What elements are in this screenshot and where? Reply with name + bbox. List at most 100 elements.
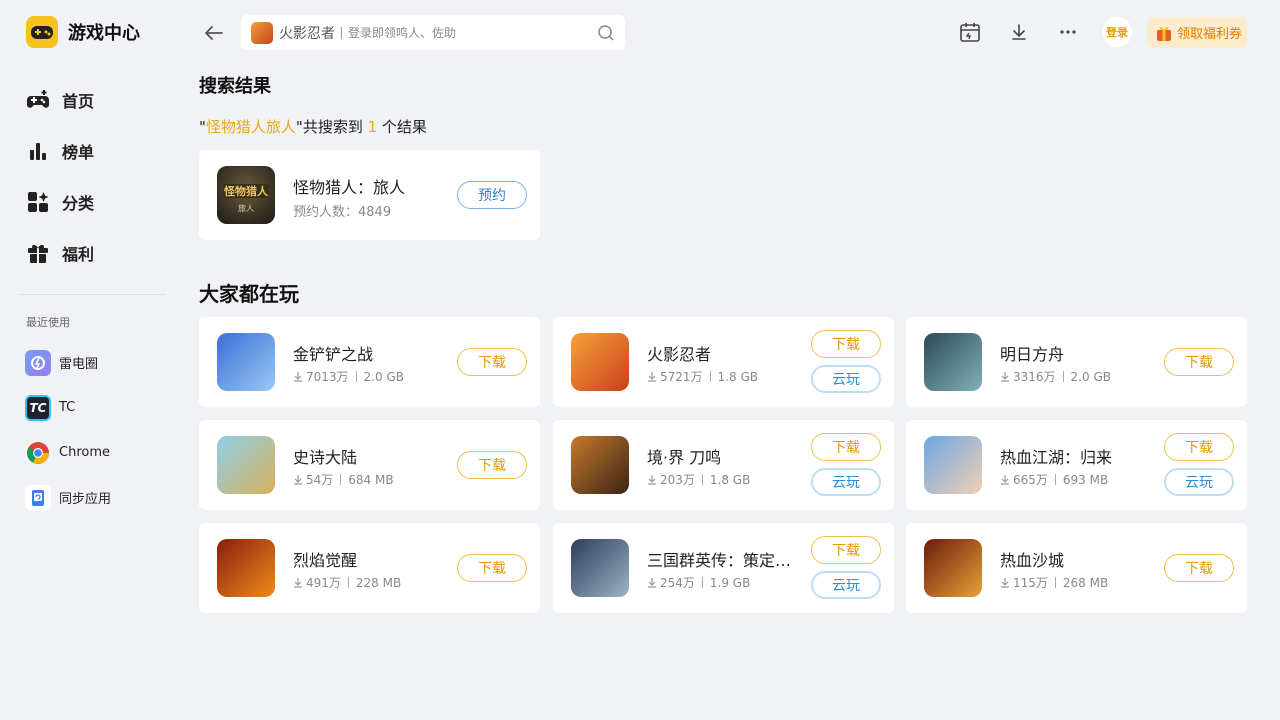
meta-separator <box>340 474 342 485</box>
top-actions <box>956 18 1103 46</box>
recent-label: 雷电圈 <box>59 357 99 372</box>
game-name: 史诗大陆 <box>293 448 358 467</box>
main-nav: 首页 榜单 分类 福利 <box>26 74 94 278</box>
game-name: 怪物猎人：旅人 <box>293 178 406 197</box>
login-button[interactable]: 登录 <box>1102 17 1132 47</box>
svg-text:旅人: 旅人 <box>238 203 254 213</box>
download-small-icon <box>648 372 656 382</box>
game-meta: 3316万 2.0 GB <box>1000 368 1111 385</box>
recent-item-chrome[interactable]: Chrome <box>25 430 111 475</box>
nav-item-home[interactable]: 首页 <box>26 74 94 125</box>
cloud-play-button[interactable]: 云玩 <box>1164 468 1234 496</box>
search-bar[interactable]: 火影忍者 登录即领鸣人、佐助 <box>241 15 625 50</box>
download-button[interactable]: 下载 <box>811 330 881 358</box>
result-count: 1 <box>367 118 378 136</box>
result-card[interactable]: 怪物猎人 旅人 怪物猎人：旅人 预约人数：4849 预约 <box>199 150 540 240</box>
download-button[interactable]: 下载 <box>1164 554 1234 582</box>
download-button[interactable]: 下载 <box>457 348 527 376</box>
back-button[interactable] <box>202 22 226 44</box>
download-count: 3316万 <box>1013 370 1056 384</box>
reserve-button[interactable]: 预约 <box>457 181 527 209</box>
game-card[interactable]: 热血沙城 115万 268 MB 下载 <box>906 523 1247 613</box>
download-small-icon <box>294 578 302 588</box>
calendar-icon[interactable] <box>956 18 984 46</box>
sidebar: 游戏中心 首页 榜单 分类 福利 最近使用 雷电圈 TC TC Chrome 同… <box>0 0 180 720</box>
cloud-play-button[interactable]: 云玩 <box>811 468 881 496</box>
game-icon <box>217 333 275 391</box>
game-meta: 54万 684 MB <box>293 471 394 488</box>
recent-item-leidian[interactable]: 雷电圈 <box>25 340 111 385</box>
brand: 游戏中心 <box>26 16 140 48</box>
recent-item-tc[interactable]: TC TC <box>25 385 111 430</box>
game-card[interactable]: 烈焰觉醒 491万 228 MB 下载 <box>199 523 540 613</box>
download-button[interactable]: 下载 <box>457 451 527 479</box>
download-small-icon <box>648 578 656 588</box>
game-name: 明日方舟 <box>1000 345 1065 364</box>
game-icon: 怪物猎人 旅人 <box>217 166 275 224</box>
result-suffix: 个结果 <box>377 118 427 136</box>
download-small-icon <box>1001 372 1009 382</box>
download-small-icon <box>1001 578 1009 588</box>
recent-label: Chrome <box>59 445 110 460</box>
nav-item-welfare[interactable]: 福利 <box>26 227 94 278</box>
game-icon <box>571 436 629 494</box>
result-keyword[interactable]: 怪物猎人旅人 <box>206 118 296 136</box>
game-icon <box>924 436 982 494</box>
download-button[interactable]: 下载 <box>457 554 527 582</box>
gamepad-icon <box>26 88 50 112</box>
game-meta: 115万 268 MB <box>1000 574 1108 591</box>
category-icon <box>26 190 50 214</box>
game-meta: 7013万 2.0 GB <box>293 368 404 385</box>
sidebar-divider <box>19 294 166 295</box>
recent-item-sync[interactable]: 同步应用 <box>25 475 111 520</box>
download-button[interactable]: 下载 <box>1164 348 1234 376</box>
download-count: 7013万 <box>306 370 349 384</box>
sync-app-icon <box>25 484 51 511</box>
game-icon <box>571 333 629 391</box>
download-button[interactable]: 下载 <box>1164 433 1234 461</box>
search-separator <box>341 26 342 39</box>
file-size: 2.0 GB <box>1070 369 1111 384</box>
search-icon[interactable] <box>597 24 615 42</box>
arrow-left-icon <box>205 26 223 40</box>
game-meta: 5721万 1.8 GB <box>647 368 758 385</box>
nav-item-category[interactable]: 分类 <box>26 176 94 227</box>
meta-separator <box>709 371 711 382</box>
game-name: 烈焰觉醒 <box>293 551 358 570</box>
game-card[interactable]: 三国群英传：策定… 254万 1.9 GB 下载 云玩 <box>553 523 894 613</box>
game-card[interactable]: 金铲铲之战 7013万 2.0 GB 下载 <box>199 317 540 407</box>
gift-icon <box>26 241 50 265</box>
file-size: 1.8 GB <box>709 472 751 487</box>
game-card[interactable]: 热血江湖：归来 665万 693 MB 下载 云玩 <box>906 420 1247 510</box>
search-game-icon <box>251 21 273 44</box>
meta-separator <box>701 577 703 588</box>
download-button[interactable]: 下载 <box>811 433 881 461</box>
nav-label: 福利 <box>62 244 95 264</box>
leidian-icon <box>25 349 51 376</box>
download-icon[interactable] <box>1005 18 1033 46</box>
game-name: 火影忍者 <box>647 345 712 364</box>
file-size: 684 MB <box>348 472 394 487</box>
game-card[interactable]: 明日方舟 3316万 2.0 GB 下载 <box>906 317 1247 407</box>
game-card[interactable]: 火影忍者 5721万 1.8 GB 下载云玩 <box>553 317 894 407</box>
file-size: 1.8 GB <box>717 369 758 384</box>
recent-label: TC <box>59 400 76 415</box>
game-card[interactable]: 史诗大陆 54万 684 MB 下载 <box>199 420 540 510</box>
chrome-icon <box>25 440 51 466</box>
game-name: 金铲铲之战 <box>293 345 374 364</box>
nav-label: 首页 <box>62 91 95 111</box>
recent-list: 雷电圈 TC TC Chrome 同步应用 <box>25 340 111 520</box>
game-icon <box>571 539 629 597</box>
game-name: 热血沙城 <box>1000 551 1065 570</box>
cloud-play-button[interactable]: 云玩 <box>811 365 881 393</box>
game-icon <box>924 539 982 597</box>
coupon-button[interactable]: 领取福利券 <box>1147 17 1247 48</box>
download-count: 491万 <box>306 576 341 590</box>
download-button[interactable]: 下载 <box>811 536 881 564</box>
cloud-play-button[interactable]: 云玩 <box>811 571 881 599</box>
tc-icon: TC <box>25 394 51 421</box>
meta-separator <box>1054 474 1056 485</box>
more-icon[interactable] <box>1054 18 1082 46</box>
nav-item-ranking[interactable]: 榜单 <box>26 125 94 176</box>
game-card[interactable]: 境·界 刀鸣 203万 1.8 GB 下载 云玩 <box>553 420 894 510</box>
